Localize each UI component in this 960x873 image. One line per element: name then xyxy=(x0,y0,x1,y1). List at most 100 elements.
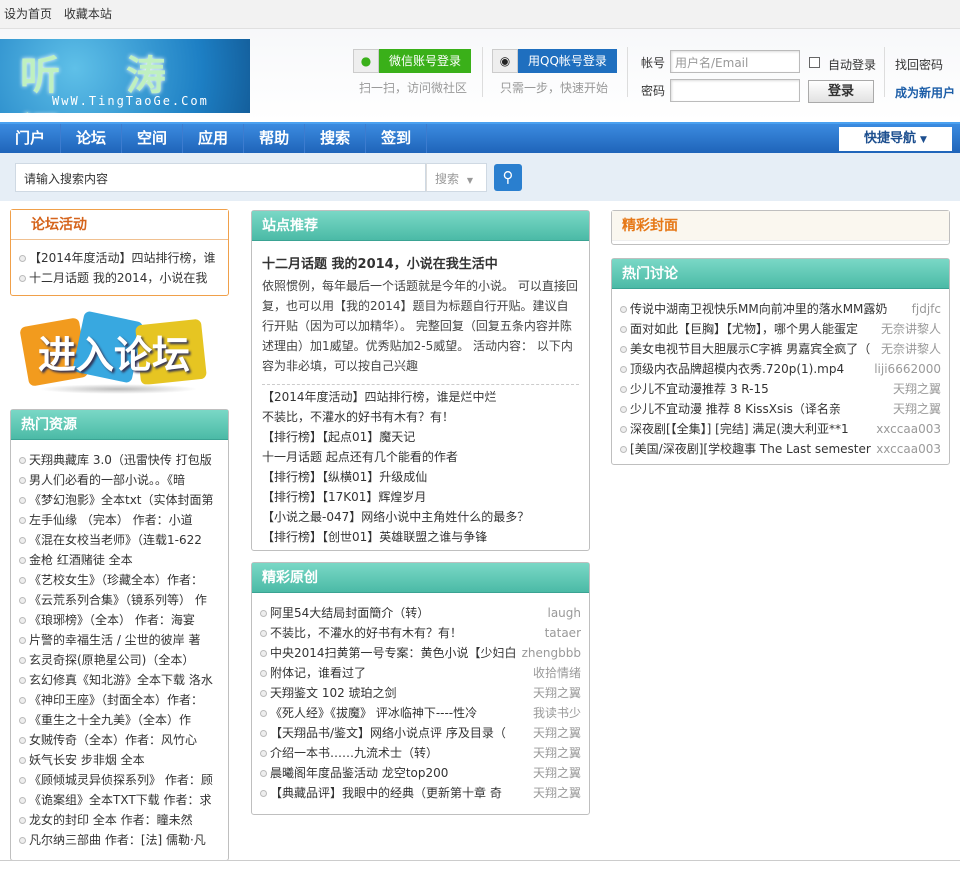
list-item[interactable]: 顶级内衣品牌超模内衣秀.720p(1).mp4 liji6662000 xyxy=(620,359,941,379)
list-item[interactable]: 《梦幻泡影》全本txt（实体封面第 xyxy=(19,490,220,510)
item-author[interactable]: 无奈讲黎人 xyxy=(876,319,941,339)
item-author[interactable]: 收拾情绪 xyxy=(528,663,581,683)
list-item[interactable]: 《艺校女生》（珍藏全本）作者： xyxy=(19,570,220,590)
list-item[interactable]: 《混在女校当老师》（连载1-622 xyxy=(19,530,220,550)
login-button[interactable]: 登录 xyxy=(808,80,874,103)
list-item[interactable]: 《重生之十全九美》（全本）作 xyxy=(19,710,220,730)
list-item[interactable]: 阿里54大结局封面簡介（转） laugh xyxy=(260,603,581,623)
nav-help[interactable]: 帮助 xyxy=(244,124,306,153)
list-item[interactable]: 面对如此【巨胸】【尤物】，哪个男人能蛋定 无奈讲黎人 xyxy=(620,319,941,339)
divider xyxy=(482,47,483,97)
list-item[interactable]: 《琅琊榜》（全本） 作者：海宴 xyxy=(19,610,220,630)
list-item[interactable]: 《云荒系列合集》（镜系列等） 作 xyxy=(19,590,220,610)
list-item[interactable]: 天翔典藏库 3.0（迅雷快传 打包版 xyxy=(19,450,220,470)
item-author[interactable]: xxccaa003 xyxy=(872,439,941,459)
list-item[interactable]: 晨曦阁年度品鉴活动 龙空top200 天翔之翼 xyxy=(260,763,581,783)
list-item[interactable]: 妖气长安 步非烟 全本 xyxy=(19,750,220,770)
list-item[interactable]: 美女电视节目大胆展示C字裤 男嘉宾全疯了（ 无奈讲黎人 xyxy=(620,339,941,359)
list-item[interactable]: 【典藏品评】我眼中的经典（更新第十章 奇 天翔之翼 xyxy=(260,783,581,803)
item-author[interactable]: 天翔之翼 xyxy=(888,399,941,419)
list-item[interactable]: 少儿不宜动漫推荐 3 R-15 天翔之翼 xyxy=(620,379,941,399)
list-item[interactable]: 【天翔品书/鉴文】网络小说点评 序及目录（ 天翔之翼 xyxy=(260,723,581,743)
item-author[interactable]: 天翔之翼 xyxy=(528,783,581,803)
item-title: 《梦幻泡影》全本txt（实体封面第 xyxy=(29,493,214,507)
qq-login-button[interactable]: ◉ 用QQ帐号登录 xyxy=(492,49,617,73)
item-author[interactable]: 无奈讲黎人 xyxy=(876,339,941,359)
nav-space[interactable]: 空间 xyxy=(122,124,184,153)
item-author[interactable]: 天翔之翼 xyxy=(528,743,581,763)
list-item[interactable]: 《死人经》《拔魔》 评冰临神下----性冷 我读书少 xyxy=(260,703,581,723)
list-item[interactable]: 深夜剧[【全集】] [完结] 满足(澳大利亚**1 xxccaa003 xyxy=(620,419,941,439)
list-item[interactable]: 【排行榜】【起点01】魔天记 xyxy=(262,427,579,447)
enter-forum-text: 进入论坛 xyxy=(37,333,190,377)
nav-forum[interactable]: 论坛 xyxy=(61,124,123,153)
list-item[interactable]: [美国/深夜剧][学校趣事 The Last semester xxccaa003 xyxy=(620,439,941,459)
list-item[interactable]: 凡尔纳三部曲 作者：[法] 儒勒·凡 xyxy=(19,830,220,850)
list-item[interactable]: 【2014年度活动】四站排行榜，谁是烂中烂 xyxy=(262,387,579,407)
list-item[interactable]: 传说中湖南卫视快乐MM向前冲里的落水MM露奶 fjdjfc xyxy=(620,299,941,319)
nav-portal[interactable]: 门户 xyxy=(0,124,62,153)
quick-nav-button[interactable]: 快捷导航 ▼ xyxy=(839,127,952,151)
enter-forum-banner[interactable]: 进入论坛 xyxy=(18,310,210,394)
item-author[interactable]: liji6662000 xyxy=(870,359,941,379)
item-author[interactable]: fjdjfc xyxy=(907,299,941,319)
nav-checkin[interactable]: 签到 xyxy=(366,124,428,153)
item-author[interactable]: 天翔之翼 xyxy=(528,723,581,743)
item-author[interactable]: zhengbbb xyxy=(517,643,581,663)
list-item[interactable]: 左手仙缘 （完本） 作者：小道 xyxy=(19,510,220,530)
item-author[interactable]: 天翔之翼 xyxy=(888,379,941,399)
list-item[interactable]: 中央2014扫黄第一号专案：黄色小说【少妇白 zhengbbb xyxy=(260,643,581,663)
wechat-login-button[interactable]: ● 微信账号登录 xyxy=(353,49,472,73)
search-type-select[interactable]: 搜索 ▼ xyxy=(426,163,487,192)
item-title: 片警的幸福生活 / 尘世的彼岸 著 xyxy=(29,633,201,647)
item-author[interactable]: 天翔之翼 xyxy=(528,683,581,703)
search-input[interactable]: 请输入搜索内容 xyxy=(15,163,426,192)
list-item[interactable]: 天翔鉴文 102 琥珀之剑 天翔之翼 xyxy=(260,683,581,703)
list-item[interactable]: 金枪 红酒赌徒 全本 xyxy=(19,550,220,570)
list-item[interactable]: 女贼传奇（全本）作者：风竹心 xyxy=(19,730,220,750)
list-item[interactable]: 男人们必看的一部小说。。《暗 xyxy=(19,470,220,490)
password-input[interactable] xyxy=(670,79,800,102)
list-item[interactable]: 【2014年度活动】四站排行榜，谁 xyxy=(19,248,220,268)
list-item[interactable]: 【排行榜】【纵横01】升级成仙 xyxy=(262,467,579,487)
list-item[interactable]: 玄灵奇探(原艳星公司)（全本） xyxy=(19,650,220,670)
bookmark-link[interactable]: 收藏本站 xyxy=(64,7,112,21)
list-item[interactable]: 片警的幸福生活 / 尘世的彼岸 著 xyxy=(19,630,220,650)
item-title: 十一月话题 起点还有几个能看的作者 xyxy=(262,450,458,464)
list-item[interactable]: 附体记，谁看过了 收拾情绪 xyxy=(260,663,581,683)
list-item[interactable]: 玄幻修真《知北游》全本下载 洛水 xyxy=(19,670,220,690)
list-item[interactable]: 《诡案组》全本TXT下载 作者：求 xyxy=(19,790,220,810)
item-author[interactable]: laugh xyxy=(543,603,581,623)
item-author[interactable]: 天翔之翼 xyxy=(528,763,581,783)
list-item[interactable]: 龙女的封印 全本 作者：瞳未然 xyxy=(19,810,220,830)
list-item[interactable]: 十二月话题 我的2014，小说在我 xyxy=(19,268,220,288)
auto-login-checkbox[interactable] xyxy=(809,57,820,68)
item-author[interactable]: 我读书少 xyxy=(528,703,581,723)
account-input[interactable]: 用户名/Email xyxy=(670,50,800,73)
list-item[interactable]: 不装比，不灌水的好书有木有？有！ tataer xyxy=(260,623,581,643)
quick-nav-label: 快捷导航 xyxy=(864,131,917,146)
item-author[interactable]: xxccaa003 xyxy=(872,419,941,439)
register-link[interactable]: 成为新用户 xyxy=(895,84,955,101)
item-title: 《诡案组》全本TXT下载 作者：求 xyxy=(29,793,212,807)
list-item[interactable]: 不装比，不灌水的好书有木有？有！ xyxy=(262,407,579,427)
nav-apps[interactable]: 应用 xyxy=(183,124,245,153)
site-logo[interactable]: 听 涛 阁 WwW.TingTaoGe.Com xyxy=(0,39,250,113)
set-home-link[interactable]: 设为首页 xyxy=(4,7,52,21)
nav-search[interactable]: 搜索 xyxy=(305,124,367,153)
list-item[interactable]: 【排行榜】【17K01】辉煌岁月 xyxy=(262,487,579,507)
list-item[interactable]: 【排行榜】【创世01】英雄联盟之谁与争锋 xyxy=(262,527,579,547)
list-item[interactable]: 介绍一本书……九流术士（转） 天翔之翼 xyxy=(260,743,581,763)
featured-title[interactable]: 十二月话题 我的2014，小说在我生活中 xyxy=(262,253,579,272)
list-item[interactable]: 《神印王座》（封面全本）作者： xyxy=(19,690,220,710)
item-title: 中央2014扫黄第一号专案：黄色小说【少妇白 xyxy=(270,646,517,660)
list-item[interactable]: 十一月话题 起点还有几个能看的作者 xyxy=(262,447,579,467)
item-author[interactable]: tataer xyxy=(540,623,581,643)
list-item[interactable]: 《顾倾城灵异侦探系列》 作者：顾 xyxy=(19,770,220,790)
list-item[interactable]: 少儿不宜动漫 推荐 8 KissXsis（译名亲 天翔之翼 xyxy=(620,399,941,419)
find-password-link[interactable]: 找回密码 xyxy=(895,56,943,73)
search-button[interactable]: ⚲ xyxy=(494,164,522,191)
header: 听 涛 阁 WwW.TingTaoGe.Com ● 微信账号登录 扫一扫，访问微… xyxy=(0,29,960,121)
forum-activity-panel: 论坛活动 【2014年度活动】四站排行榜，谁 十二月话题 我的2014，小说在我 xyxy=(10,209,229,296)
list-item[interactable]: 【小说之最-047】网络小说中主角姓什么的最多？ xyxy=(262,507,579,527)
